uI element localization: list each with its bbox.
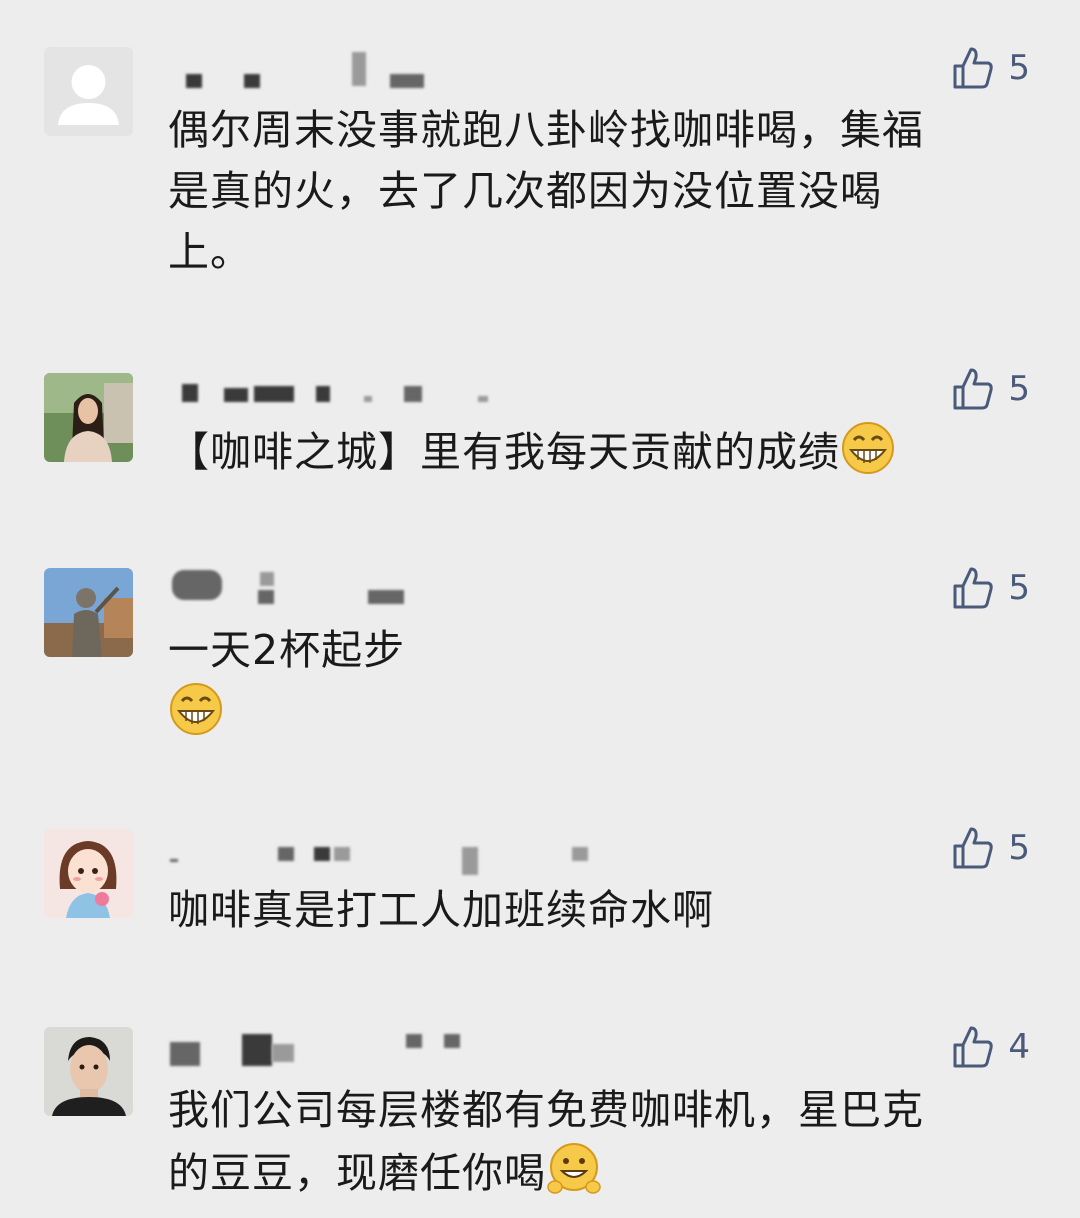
cartoon-girl-avatar[interactable] — [44, 829, 133, 918]
like-count: 4 — [1008, 1027, 1030, 1067]
like-button[interactable]: 4 — [952, 1022, 1030, 1072]
like-button[interactable]: 5 — [952, 823, 1030, 873]
like-count: 5 — [1008, 828, 1030, 868]
username-blurred[interactable] — [168, 52, 548, 92]
grin-emoji-icon — [168, 681, 224, 737]
like-button[interactable]: 5 — [952, 43, 1030, 93]
happy-emoji-icon — [546, 1141, 602, 1197]
username-blurred[interactable] — [168, 380, 548, 420]
username-blurred[interactable] — [168, 1030, 548, 1070]
default-avatar-icon[interactable] — [44, 47, 133, 136]
like-button[interactable]: 5 — [952, 563, 1030, 613]
comment-text: 【咖啡之城】里有我每天贡献的成绩 — [168, 420, 1028, 483]
comment-text: 我们公司每层楼都有免费咖啡机，星巴克 的豆豆，现磨任你喝 — [168, 1086, 924, 1197]
statue-photo-avatar[interactable] — [44, 568, 133, 657]
comment-text: 偶尔周末没事就跑八卦岭找咖啡喝，集福 是真的火，去了几次都因为没位置没喝 上。 — [168, 106, 924, 276]
username-blurred[interactable] — [168, 845, 588, 885]
woman-photo-avatar[interactable] — [44, 373, 133, 462]
comment-text: 咖啡真是打工人加班续命水啊 — [168, 886, 714, 934]
thumbs-up-icon — [952, 1025, 994, 1069]
like-button[interactable]: 5 — [952, 364, 1030, 414]
like-count: 5 — [1008, 568, 1030, 608]
comment-text: 一天2杯起步 — [168, 620, 1028, 744]
like-count: 5 — [1008, 48, 1030, 88]
username-blurred[interactable] — [168, 570, 548, 610]
thumbs-up-icon — [952, 46, 994, 90]
thumbs-up-icon — [952, 826, 994, 870]
man-photo-avatar[interactable] — [44, 1027, 133, 1116]
like-count: 5 — [1008, 369, 1030, 409]
thumbs-up-icon — [952, 566, 994, 610]
grin-emoji-icon — [840, 420, 896, 476]
thumbs-up-icon — [952, 367, 994, 411]
